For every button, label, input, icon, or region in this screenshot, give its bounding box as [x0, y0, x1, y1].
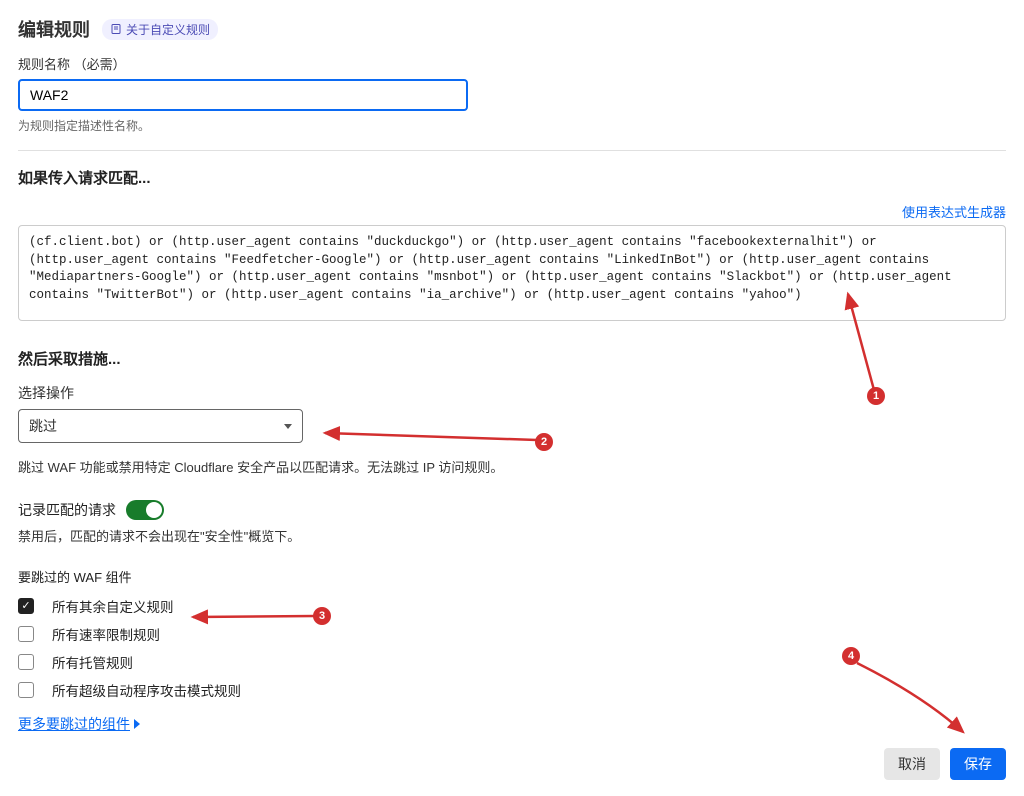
- action-label: 选择操作: [18, 383, 1006, 403]
- about-link-text: 关于自定义规则: [126, 21, 210, 38]
- skip-item-row: ✓ 所有其余自定义规则: [18, 596, 1006, 616]
- skip-checkbox-1[interactable]: [18, 626, 34, 642]
- skip-item-label: 所有托管规则: [52, 652, 133, 672]
- triangle-right-icon: [134, 719, 140, 729]
- rule-name-help: 为规则指定描述性名称。: [18, 117, 1006, 134]
- rule-name-label: 规则名称 （必需）: [18, 54, 1006, 73]
- expression-textarea[interactable]: (cf.client.bot) or (http.user_agent cont…: [18, 225, 1006, 321]
- rule-name-input[interactable]: [18, 79, 468, 111]
- about-custom-rules-link[interactable]: 关于自定义规则: [102, 19, 218, 40]
- skip-item-label: 所有超级自动程序攻击模式规则: [52, 680, 241, 700]
- more-link-text: 更多要跳过的组件: [18, 714, 130, 734]
- skip-item-row: 所有速率限制规则: [18, 624, 1006, 644]
- save-button[interactable]: 保存: [950, 748, 1006, 780]
- action-help: 跳过 WAF 功能或禁用特定 Cloudflare 安全产品以匹配请求。无法跳过…: [18, 457, 1006, 476]
- action-select[interactable]: 跳过: [18, 409, 303, 443]
- match-section-title: 如果传入请求匹配...: [18, 167, 1006, 188]
- cancel-button[interactable]: 取消: [884, 748, 940, 780]
- more-skip-components-link[interactable]: 更多要跳过的组件: [18, 714, 140, 734]
- log-help: 禁用后，匹配的请求不会出现在"安全性"概览下。: [18, 526, 1006, 545]
- skip-item-label: 所有速率限制规则: [52, 624, 160, 644]
- skip-section-title: 要跳过的 WAF 组件: [18, 567, 1006, 586]
- divider: [18, 150, 1006, 151]
- log-toggle-label: 记录匹配的请求: [18, 500, 116, 520]
- action-section-title: 然后采取措施...: [18, 348, 1006, 369]
- action-selected-value: 跳过: [29, 416, 57, 436]
- skip-item-label: 所有其余自定义规则: [52, 596, 174, 616]
- skip-checkbox-0[interactable]: ✓: [18, 598, 34, 614]
- check-icon: ✓: [21, 601, 30, 612]
- skip-item-row: 所有托管规则: [18, 652, 1006, 672]
- expression-builder-link[interactable]: 使用表达式生成器: [902, 202, 1006, 221]
- page-title: 编辑规则: [18, 16, 90, 42]
- skip-checkbox-3[interactable]: [18, 682, 34, 698]
- svg-text:2: 2: [541, 436, 547, 448]
- book-icon: [110, 23, 122, 35]
- skip-checkbox-2[interactable]: [18, 654, 34, 670]
- log-matched-toggle[interactable]: [126, 500, 164, 520]
- skip-item-row: 所有超级自动程序攻击模式规则: [18, 680, 1006, 700]
- chevron-down-icon: [284, 424, 292, 429]
